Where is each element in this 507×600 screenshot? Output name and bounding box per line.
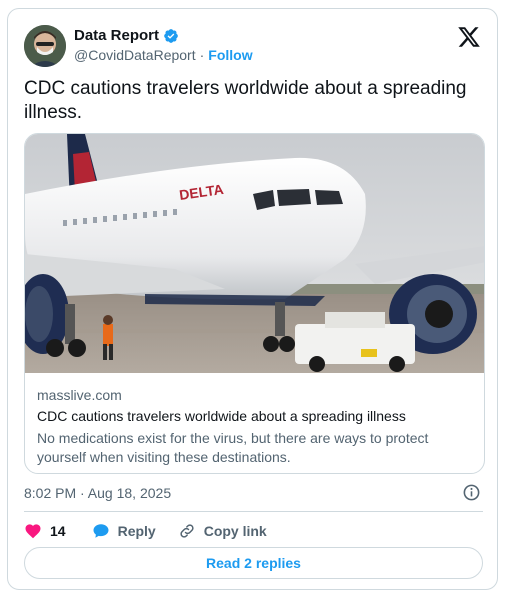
like-count: 14 — [50, 523, 66, 539]
divider — [24, 511, 483, 512]
airliner-photo: DELTA — [25, 134, 484, 373]
link-description: No medications exist for the virus, but … — [37, 430, 429, 465]
action-bar: 14 Reply Copy link — [24, 519, 267, 543]
link-domain: masslive.com — [37, 387, 122, 403]
avatar-image — [24, 25, 66, 67]
tweet-text: CDC cautions travelers worldwide about a… — [24, 78, 467, 123]
heart-icon — [25, 524, 41, 539]
copy-link-button[interactable]: Copy link — [178, 522, 267, 540]
tweet-card: Data Report @CovidDataReport · Follow CD… — [7, 8, 498, 590]
tweet-timestamp[interactable]: 8:02 PM · Aug 18, 2025 — [24, 485, 171, 501]
avatar[interactable] — [24, 25, 66, 67]
reply-button[interactable]: Reply — [92, 522, 156, 540]
handle-row: @CovidDataReport · Follow — [74, 47, 253, 63]
link-title: CDC cautions travelers worldwide about a… — [37, 408, 406, 424]
author-name-row: Data Report — [74, 27, 179, 44]
reply-bubble-icon — [93, 524, 109, 538]
like-button[interactable]: 14 — [24, 522, 66, 540]
reply-label: Reply — [117, 523, 156, 539]
handle-separator: · — [199, 47, 205, 63]
read-replies-button[interactable]: Read 2 replies — [24, 547, 483, 579]
follow-button[interactable]: Follow — [208, 47, 252, 63]
info-icon[interactable] — [462, 483, 481, 502]
author-handle[interactable]: @CovidDataReport — [74, 47, 196, 63]
author-name[interactable]: Data Report — [74, 27, 159, 44]
link-icon — [180, 524, 194, 538]
copy-link-label: Copy link — [203, 523, 267, 539]
verified-badge-icon — [164, 28, 178, 43]
x-logo-icon[interactable] — [457, 25, 481, 49]
link-preview-card[interactable]: DELTA masslive.com CDC cautions traveler… — [24, 133, 485, 474]
